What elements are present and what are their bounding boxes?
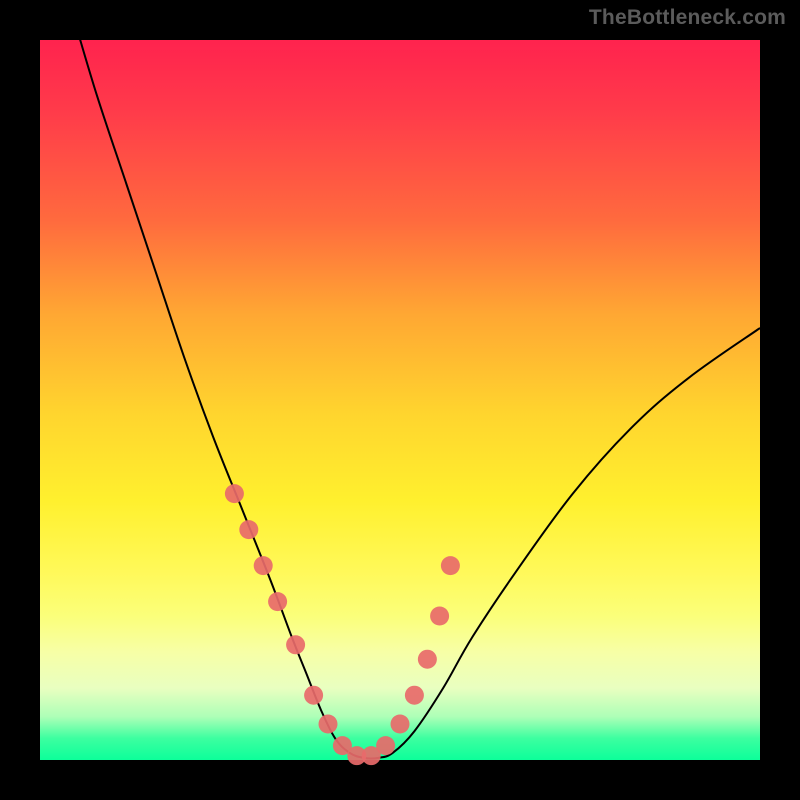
sample-dot: [254, 556, 273, 575]
plot-svg: [40, 40, 760, 760]
curve-bottleneck: [76, 26, 760, 759]
sample-dot: [268, 592, 287, 611]
sample-dot: [418, 650, 437, 669]
sample-dot: [239, 520, 258, 539]
sample-dot: [376, 736, 395, 755]
watermark-text: TheBottleneck.com: [589, 6, 786, 30]
sample-dot: [319, 715, 338, 734]
sample-dot: [405, 686, 424, 705]
sample-dot: [304, 686, 323, 705]
sample-dot: [441, 556, 460, 575]
sample-dot: [225, 484, 244, 503]
sample-dot: [286, 635, 305, 654]
sample-dot: [391, 715, 410, 734]
chart-frame: TheBottleneck.com: [0, 0, 800, 800]
sample-dot: [430, 607, 449, 626]
plot-area: [40, 40, 760, 760]
